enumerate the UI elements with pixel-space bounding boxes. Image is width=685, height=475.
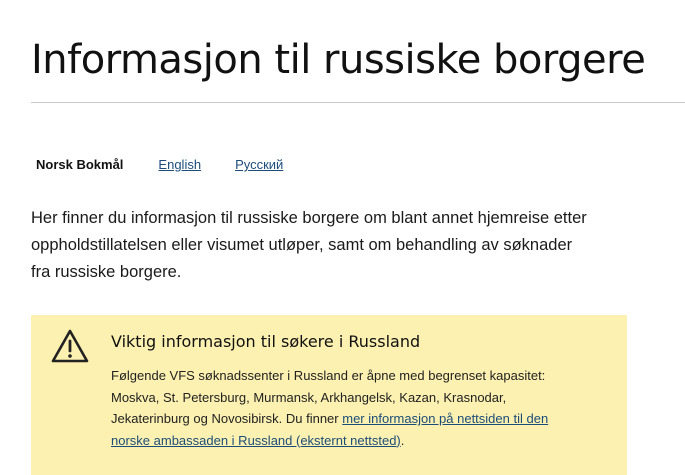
important-info-alert: Viktig informasjon til søkere i Russland… [31, 315, 627, 475]
language-current-norsk: Norsk Bokmål [36, 157, 124, 172]
alert-body-end: . [400, 432, 405, 448]
alert-title: Viktig informasjon til søkere i Russland [111, 332, 421, 351]
language-link-english[interactable]: English [158, 157, 201, 172]
intro-paragraph: Her finner du informasjon til russiske b… [31, 209, 587, 281]
title-divider [31, 102, 685, 103]
page-title: Informasjon til russiske borgere [31, 37, 646, 83]
language-link-russian[interactable]: Русский [235, 157, 283, 172]
warning-icon [51, 329, 89, 363]
alert-body: Følgende VFS søknadssenter i Russland er… [111, 365, 571, 451]
language-switcher: Norsk Bokmål English Русский [36, 157, 317, 172]
